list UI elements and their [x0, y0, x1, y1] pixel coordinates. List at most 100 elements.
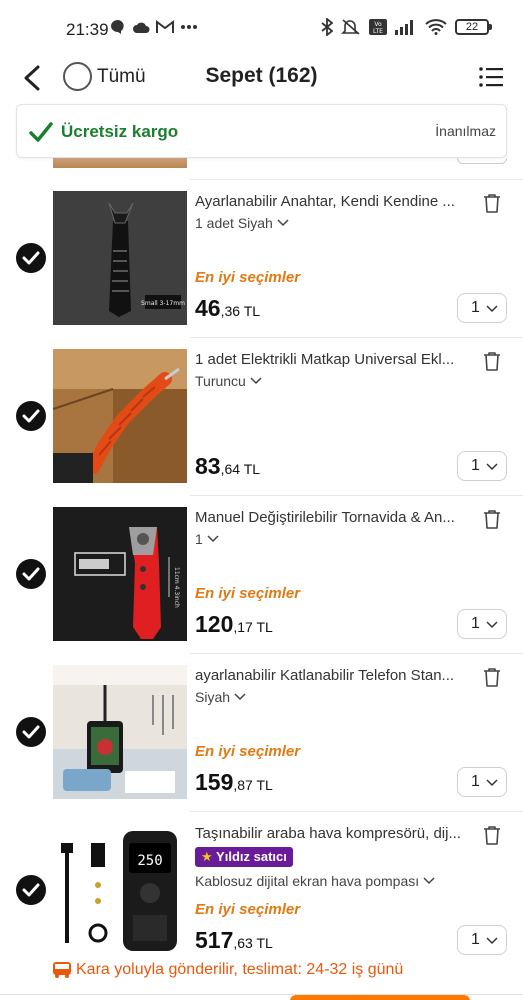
variant-selector[interactable]: Kablosuz dijital ekran hava pompası [195, 873, 435, 889]
wifi-icon [425, 19, 447, 35]
item-checkbox[interactable] [16, 717, 46, 747]
wrench-product-image: Small 3-17mm [53, 191, 187, 325]
delete-button[interactable] [483, 509, 501, 529]
price-decimal: ,17 TL [233, 619, 273, 635]
trash-icon [484, 510, 500, 529]
trash-icon [484, 194, 500, 213]
quantity-selector[interactable]: 1 [457, 767, 507, 797]
gmail-icon [156, 20, 174, 33]
cart-item: Small 3-17mm Ayarlanabilir Anahtar, Kend… [0, 179, 523, 337]
chevron-down-icon [486, 779, 498, 787]
item-title[interactable]: Taşınabilir araba hava kompresörü, dij..… [195, 825, 470, 842]
chevron-down-icon [250, 377, 262, 385]
list-icon [479, 67, 503, 87]
item-title[interactable]: 1 adet Elektrikli Matkap Universal Ekl..… [195, 351, 470, 368]
item-checkbox[interactable] [16, 401, 46, 431]
cart-item: 250 Taşınabilir araba hava kompresörü, d… [0, 811, 523, 969]
status-bar: 21:39 Vo LTE 22 [0, 0, 523, 58]
star-seller-badge: ★ Yıldız satıcı [195, 847, 293, 867]
check-icon [22, 883, 40, 897]
price: 83,64 TL [195, 453, 260, 480]
price-decimal: ,36 TL [220, 303, 261, 319]
device-display-text: 250 [137, 853, 162, 869]
item-title[interactable]: Ayarlanabilir Anahtar, Kendi Kendine ... [195, 193, 470, 210]
product-image[interactable]: Small 3-17mm [53, 191, 187, 325]
check-icon [22, 725, 40, 739]
cloud-icon [133, 22, 150, 33]
product-image[interactable]: 11cm 4.3inch [53, 507, 187, 641]
previous-item-thumbnail [53, 158, 187, 168]
item-checkbox[interactable] [16, 875, 46, 905]
delivery-text: Kara yoluyla gönderilir, teslimat: 24-32… [76, 961, 404, 978]
product-image[interactable] [53, 665, 187, 799]
price-decimal: ,64 TL [220, 461, 261, 477]
svg-text:LTE: LTE [373, 28, 383, 35]
price-decimal: ,63 TL [233, 935, 273, 951]
variant-selector[interactable]: Turuncu [195, 373, 262, 389]
free-shipping-banner[interactable]: Ücretsiz kargo İnanılmaz [16, 104, 507, 158]
variant-label: Turuncu [195, 373, 246, 389]
price-integer: 46 [195, 295, 221, 321]
drill-extension-product-image [53, 349, 187, 483]
checkout-button[interactable] [290, 995, 470, 1000]
product-image[interactable]: 250 [53, 823, 187, 957]
quantity-value: 1 [471, 299, 480, 316]
quantity-value: 1 [471, 615, 480, 632]
delete-button[interactable] [483, 825, 501, 845]
chat-icon [111, 20, 124, 34]
quantity-selector[interactable]: 1 [457, 451, 507, 481]
best-choice-label: En iyi seçimler [195, 269, 301, 286]
variant-selector[interactable]: 1 [195, 531, 219, 547]
status-time: 21:39 [66, 20, 109, 39]
price-integer: 120 [195, 611, 234, 637]
best-choice-label: En iyi seçimler [195, 585, 301, 602]
chevron-down-icon [486, 621, 498, 629]
image-label: 11cm 4.3inch [173, 567, 180, 608]
delete-button[interactable] [483, 193, 501, 213]
more-icon [181, 25, 197, 29]
price-integer: 83 [195, 453, 221, 479]
quantity-value: 1 [471, 773, 480, 790]
item-title[interactable]: ayarlanabilir Katlanabilir Telefon Stan.… [195, 667, 470, 684]
variant-selector[interactable]: Siyah [195, 689, 246, 705]
chevron-down-icon [486, 305, 498, 313]
cart-item: 11cm 4.3inch Manuel Değiştirilebilir Tor… [0, 495, 523, 653]
item-checkbox[interactable] [16, 559, 46, 589]
signal-icon [395, 20, 413, 35]
quantity-value: 1 [471, 457, 480, 474]
variant-selector[interactable]: 1 adet Siyah [195, 215, 289, 231]
mute-icon [341, 19, 360, 35]
delete-button[interactable] [483, 351, 501, 371]
delete-button[interactable] [483, 667, 501, 687]
cart-item: ayarlanabilir Katlanabilir Telefon Stan.… [0, 653, 523, 811]
chevron-down-icon [207, 535, 219, 543]
banner-right-text: İnanılmaz [435, 123, 496, 139]
seller-badge-label: Yıldız satıcı [216, 849, 287, 864]
trash-icon [484, 668, 500, 687]
item-title[interactable]: Manuel Değiştirilebilir Tornavida & An..… [195, 509, 470, 526]
check-icon [22, 409, 40, 423]
variant-label: 1 [195, 531, 203, 547]
quantity-selector[interactable]: 1 [457, 609, 507, 639]
quantity-value: 1 [471, 931, 480, 948]
divider [190, 337, 523, 338]
delivery-note: Kara yoluyla gönderilir, teslimat: 24-32… [52, 961, 403, 979]
trash-icon [484, 826, 500, 845]
item-checkbox[interactable] [16, 243, 46, 273]
price: 159,87 TL [195, 769, 273, 796]
divider [190, 495, 523, 496]
quantity-selector[interactable]: 1 [457, 293, 507, 323]
price: 120,17 TL [195, 611, 273, 638]
check-icon [22, 251, 40, 265]
price-integer: 517 [195, 927, 234, 953]
price: 517,63 TL [195, 927, 273, 954]
svg-text:Vo: Vo [374, 21, 382, 28]
product-image[interactable] [53, 349, 187, 483]
screwdriver-product-image: 11cm 4.3inch [53, 507, 187, 641]
quantity-selector[interactable]: 1 [457, 925, 507, 955]
battery-icon: 22 [455, 19, 492, 35]
trash-icon [484, 352, 500, 371]
divider [190, 653, 523, 654]
list-menu-button[interactable] [479, 66, 503, 90]
check-icon [22, 567, 40, 581]
